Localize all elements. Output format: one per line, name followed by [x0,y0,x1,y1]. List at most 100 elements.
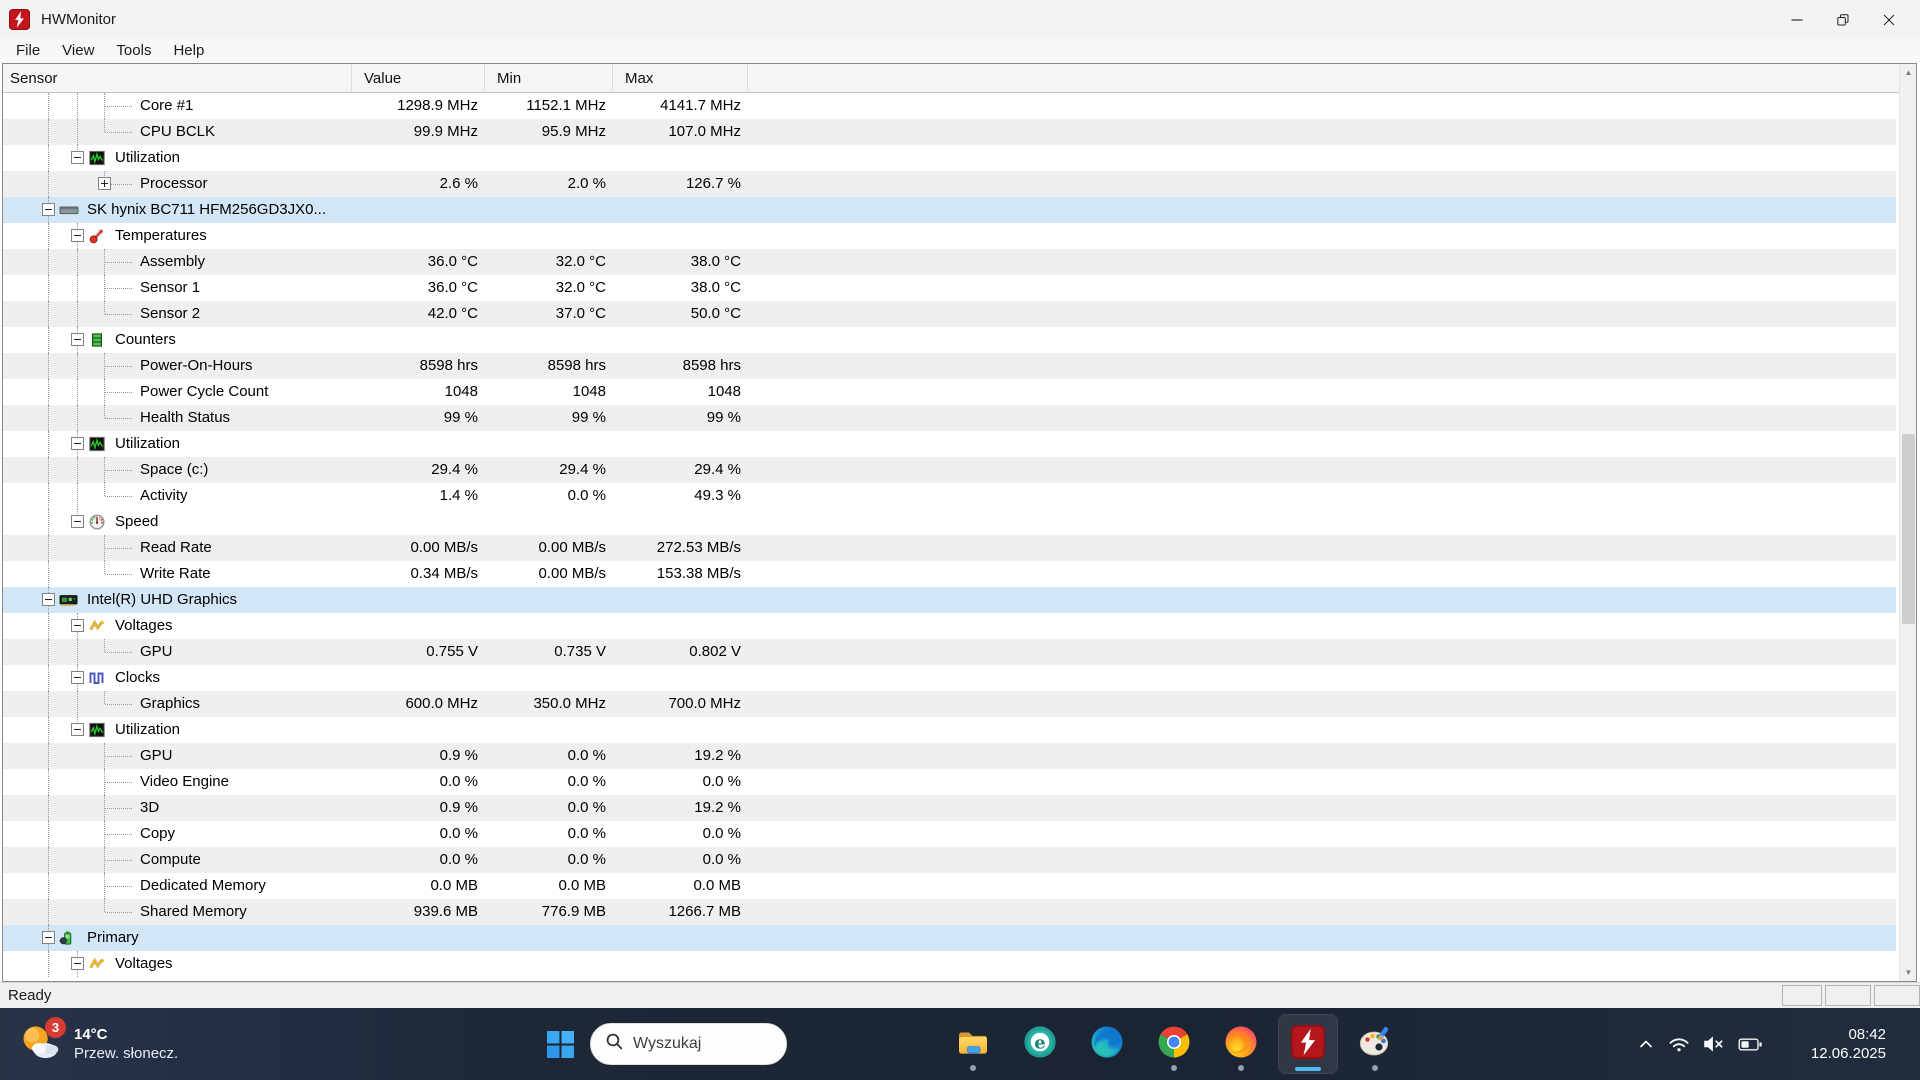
taskbar-app-hwmonitor[interactable] [1277,1014,1338,1074]
column-header-max[interactable]: Max [613,64,748,93]
tree-guide-line [48,379,49,405]
collapse-icon[interactable] [71,671,84,684]
menu-view[interactable]: View [51,39,105,63]
tree-row[interactable]: Health Status 99 % 99 % 99 % [3,405,1896,431]
search-box[interactable] [590,1023,787,1065]
tree-connector-stub [105,470,132,471]
minimize-button[interactable] [1774,0,1820,39]
tree-row[interactable]: Graphics 600.0 MHz 350.0 MHz 700.0 MHz [3,691,1896,717]
tree-row[interactable]: Dedicated Memory 0.0 MB 0.0 MB 0.0 MB [3,873,1896,899]
collapse-icon[interactable] [71,229,84,242]
tree-row[interactable]: CPU BCLK 99.9 MHz 95.9 MHz 107.0 MHz [3,119,1896,145]
tree-row[interactable]: Copy 0.0 % 0.0 % 0.0 % [3,821,1896,847]
tree-row[interactable]: 3D 0.9 % 0.0 % 19.2 % [3,795,1896,821]
value-cell: 8598 hrs [419,357,478,374]
expand-icon[interactable] [98,177,111,190]
tree-row[interactable]: Utilization [3,717,1896,743]
tree-row[interactable]: Write Rate 0.34 MB/s 0.00 MB/s 153.38 MB/s [3,561,1896,587]
taskbar-clock[interactable]: 08:42 12.06.2025 [1811,1025,1886,1063]
collapse-icon[interactable] [71,515,84,528]
tree-connector-stub [105,912,132,913]
svg-text:e: e [1034,1032,1045,1053]
tree-row[interactable]: Speed [3,509,1896,535]
tree-row[interactable]: Counters [3,327,1896,353]
menu-help[interactable]: Help [162,39,215,63]
tree-row[interactable]: Sensor 1 36.0 °C 32.0 °C 38.0 °C [3,275,1896,301]
tree-row[interactable]: Utilization [3,145,1896,171]
value-cell: 600.0 MHz [405,695,478,712]
collapse-icon[interactable] [42,593,55,606]
voltage-icon [89,956,105,972]
taskbar-app-eset[interactable]: e [1010,1014,1070,1074]
tree-row[interactable]: Clocks [3,665,1896,691]
tree-row[interactable]: Compute 0.0 % 0.0 % 0.0 % [3,847,1896,873]
sensor-label: SK hynix BC711 HFM256GD3JX0... [87,201,326,218]
scroll-up-icon[interactable]: ▲ [1900,64,1917,81]
sensor-label: Processor [140,175,208,192]
menu-file[interactable]: File [5,39,51,63]
tree-row[interactable]: Assembly 36.0 °C 32.0 °C 38.0 °C [3,249,1896,275]
tree-connector-stub [105,782,132,783]
tree-guide-line [48,431,49,457]
scroll-down-icon[interactable]: ▼ [1900,964,1917,981]
taskbar-app-file-explorer[interactable] [943,1014,1003,1074]
sensor-label: Compute [140,851,201,868]
close-button[interactable] [1866,0,1912,39]
column-header-sensor[interactable]: Sensor [3,64,352,93]
collapse-icon[interactable] [42,931,55,944]
min-cell: 1152.1 MHz [526,97,606,114]
wifi-icon[interactable] [1668,1033,1690,1055]
tree-row[interactable]: Core #1 1298.9 MHz 1152.1 MHz 4141.7 MHz [3,93,1896,119]
tree-row[interactable]: Intel(R) UHD Graphics [3,587,1896,613]
start-button[interactable] [536,1020,584,1068]
tree-row[interactable]: Space (c:) 29.4 % 29.4 % 29.4 % [3,457,1896,483]
tree-row[interactable]: Power Cycle Count 1048 1048 1048 [3,379,1896,405]
tree-guide-line [48,613,49,639]
collapse-icon[interactable] [71,151,84,164]
tree-row[interactable]: Activity 1.4 % 0.0 % 49.3 % [3,483,1896,509]
menu-tools[interactable]: Tools [105,39,162,63]
tree-row[interactable]: Video Engine 0.0 % 0.0 % 0.0 % [3,769,1896,795]
search-input[interactable] [633,1035,773,1053]
collapse-icon[interactable] [71,619,84,632]
volume-mute-icon[interactable] [1702,1033,1726,1055]
tree-row[interactable]: Power-On-Hours 8598 hrs 8598 hrs 8598 hrs [3,353,1896,379]
tree-row[interactable]: Utilization [3,431,1896,457]
scrollbar-thumb[interactable] [1902,434,1915,624]
taskbar-app-chrome[interactable] [1144,1014,1204,1074]
collapse-icon[interactable] [42,203,55,216]
collapse-icon[interactable] [71,723,84,736]
taskbar-app-paint[interactable] [1345,1014,1405,1074]
battery-icon[interactable] [1738,1037,1763,1052]
max-cell: 272.53 MB/s [656,539,741,556]
taskbar-app-firefox[interactable] [1211,1014,1271,1074]
restore-button[interactable] [1820,0,1866,39]
collapse-icon[interactable] [71,333,84,346]
tree-row[interactable]: Temperatures [3,223,1896,249]
collapse-icon[interactable] [71,957,84,970]
tree-row[interactable]: GPU 0.755 V 0.735 V 0.802 V [3,639,1896,665]
vertical-scrollbar[interactable]: ▲ ▼ [1899,64,1916,981]
tree-row[interactable]: Voltages [3,951,1896,977]
sensor-label: Voltages [115,617,173,634]
column-header-min[interactable]: Min [485,64,613,93]
taskbar-app-edge[interactable] [1077,1014,1137,1074]
column-header-value[interactable]: Value [352,64,485,93]
tree-guide-line [48,223,49,249]
chevron-up-icon[interactable] [1636,1034,1656,1054]
max-cell: 0.0 % [702,851,741,868]
tree-row[interactable]: Voltages [3,613,1896,639]
weather-widget[interactable]: 3 14°C Przew. słonecz. [18,1008,178,1080]
tree-row[interactable]: SK hynix BC711 HFM256GD3JX0... [3,197,1896,223]
tree-row[interactable]: Shared Memory 939.6 MB 776.9 MB 1266.7 MB [3,899,1896,925]
tree-row[interactable]: Primary [3,925,1896,951]
sensor-label: Video Engine [140,773,229,790]
collapse-icon[interactable] [71,437,84,450]
tree-row[interactable]: Read Rate 0.00 MB/s 0.00 MB/s 272.53 MB/s [3,535,1896,561]
tree-connector-line [104,899,105,912]
min-cell: 32.0 °C [555,279,606,296]
value-cell: 0.0 % [439,825,478,842]
tree-row[interactable]: Processor 2.6 % 2.0 % 126.7 % [3,171,1896,197]
tree-row[interactable]: GPU 0.9 % 0.0 % 19.2 % [3,743,1896,769]
tree-row[interactable]: Sensor 2 42.0 °C 37.0 °C 50.0 °C [3,301,1896,327]
